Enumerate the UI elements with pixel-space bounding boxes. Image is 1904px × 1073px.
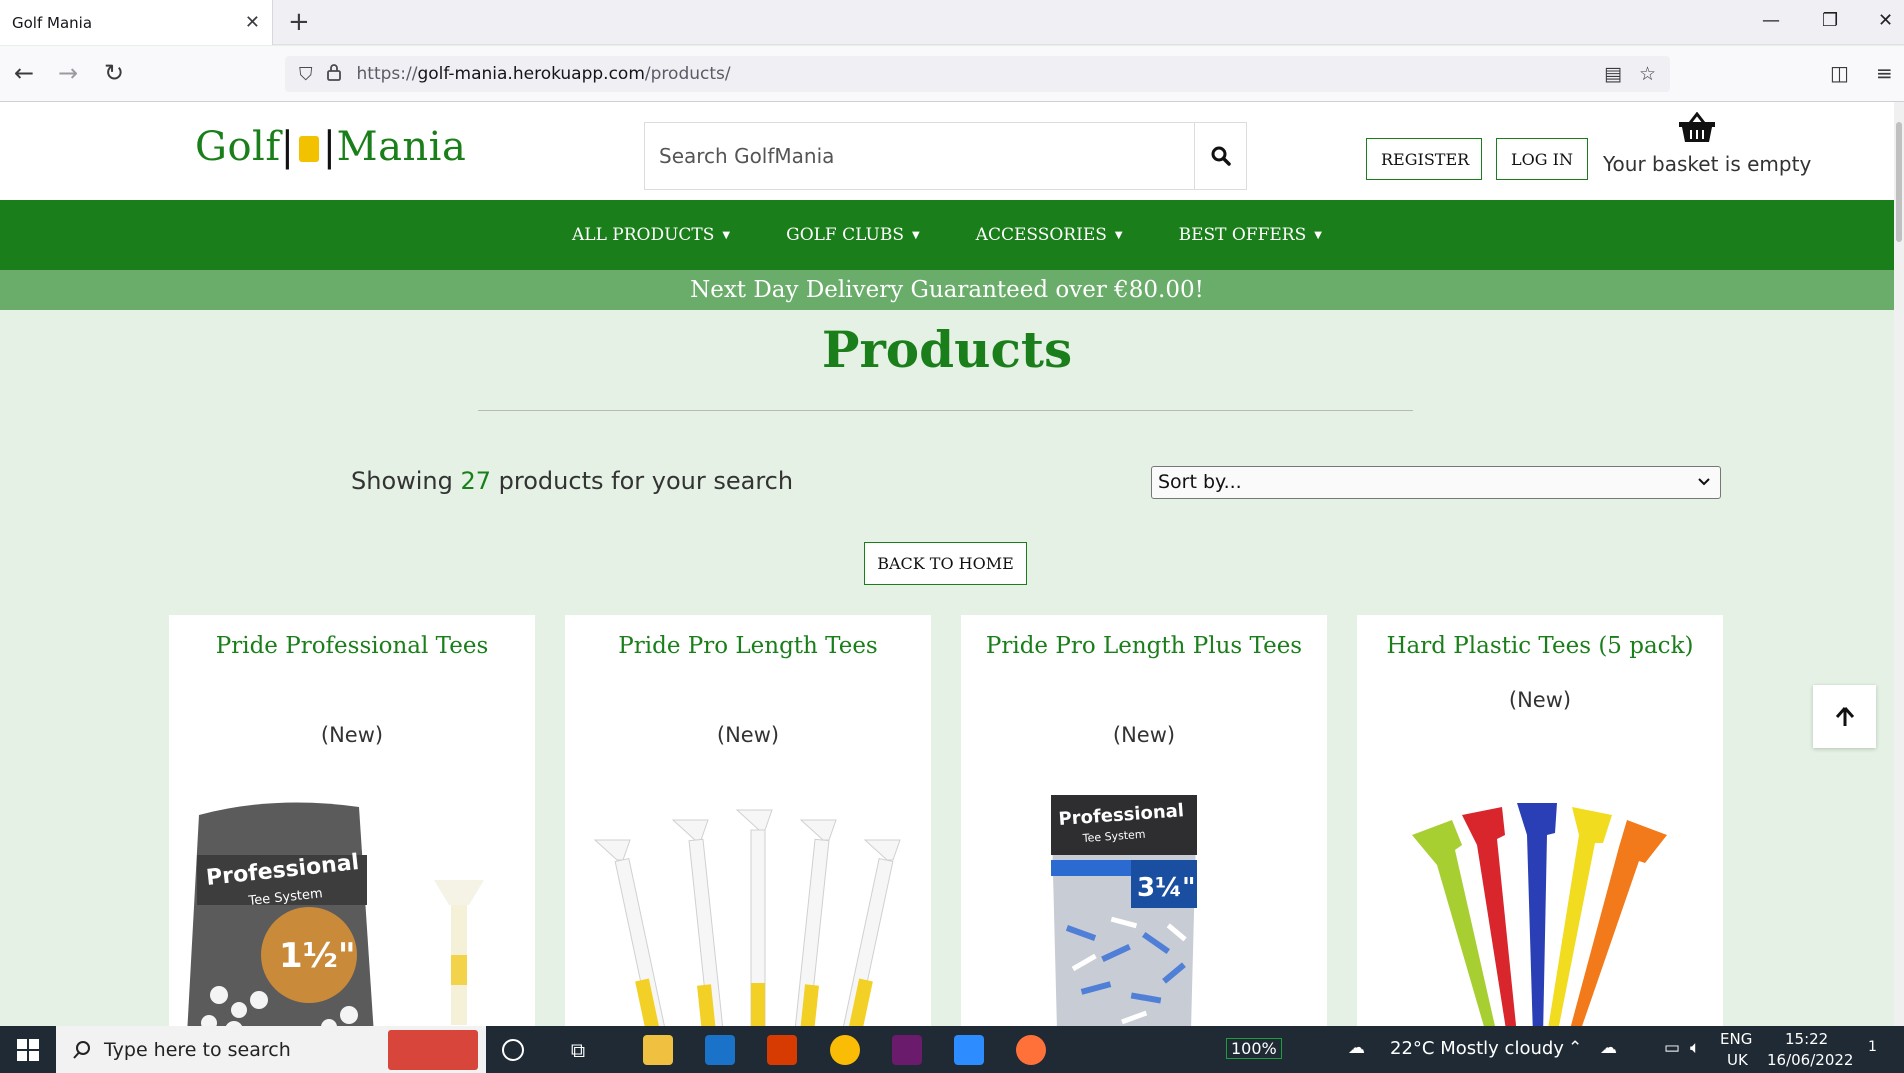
chevron-up-icon[interactable]: ⌃ (1568, 1038, 1582, 1058)
caret-down-icon: ▼ (1314, 230, 1322, 241)
lock-icon[interactable] (326, 63, 341, 86)
close-tab-icon[interactable]: ✕ (245, 12, 260, 33)
logo-text-right: Mania (336, 124, 467, 170)
main-navigation: ALL PRODUCTS ▼ GOLF CLUBS ▼ ACCESSORIES ▼ B… (0, 200, 1894, 270)
site-logo[interactable]: Golf| |Mania (195, 124, 466, 170)
browser-tab[interactable]: Golf Mania ✕ (0, 0, 273, 45)
url-text[interactable]: https://golf-mania.herokuapp.com/product… (357, 64, 731, 84)
product-badge: (New) (716, 723, 780, 747)
logo-text-left: Golf (195, 124, 281, 170)
product-name[interactable]: Pride Pro Length Tees (565, 633, 931, 659)
browser-toolbar: ← → ↻ ⛉ https://golf-mania.herokuapp.com… (0, 46, 1904, 102)
coins-icon (298, 136, 319, 162)
back-icon[interactable]: ← (14, 58, 34, 88)
restore-icon[interactable]: ❐ (1822, 10, 1838, 31)
forward-icon[interactable]: → (58, 58, 78, 88)
product-card[interactable]: Pride Professional Tees (New) Profession… (169, 615, 535, 1035)
page-scrollbar[interactable] (1894, 102, 1904, 1026)
tab-title: Golf Mania (12, 13, 93, 32)
product-name[interactable]: Pride Pro Length Plus Tees (961, 633, 1327, 659)
svg-text:1½": 1½" (279, 936, 356, 976)
cloud-icon: ☁ (1348, 1038, 1365, 1058)
office-icon[interactable] (767, 1035, 797, 1065)
product-card[interactable]: Pride Pro Length Plus Tees (New) Profess… (961, 615, 1327, 1035)
bookmark-star-icon[interactable]: ☆ (1639, 63, 1656, 85)
shield-icon[interactable]: ⛉ (299, 64, 313, 85)
product-image[interactable] (1367, 795, 1713, 1035)
caret-down-icon: ▼ (722, 230, 731, 241)
nav-all-products[interactable]: ALL PRODUCTS ▼ (572, 225, 730, 245)
battery-icon[interactable]: ▭ (1664, 1038, 1680, 1058)
product-name[interactable]: Pride Professional Tees (169, 633, 535, 659)
cortana-icon[interactable] (502, 1039, 524, 1061)
pocket-icon[interactable]: ◫ (1830, 58, 1849, 88)
close-window-icon[interactable]: ✕ (1878, 10, 1893, 31)
product-image[interactable]: Professional Tee System 3¼" (971, 790, 1317, 1030)
weather-widget[interactable]: 22°C Mostly cloudy (1390, 1038, 1564, 1059)
nav-best-offers[interactable]: BEST OFFERS ▼ (1179, 225, 1322, 245)
chevron-down-icon (1698, 467, 1710, 509)
taskbar-search[interactable]: Type here to search (56, 1026, 486, 1073)
product-card[interactable]: Pride Pro Length Tees (New) (565, 615, 931, 1035)
register-button[interactable]: REGISTER (1366, 138, 1482, 180)
language-top[interactable]: ENG (1720, 1030, 1752, 1048)
firefox-icon[interactable] (1016, 1035, 1046, 1065)
product-badge: (New) (320, 723, 384, 747)
nav-accessories[interactable]: ACCESSORIES ▼ (976, 225, 1123, 245)
arrow-up-icon (1835, 706, 1854, 726)
search-form (644, 122, 1247, 190)
product-name[interactable]: Hard Plastic Tees (5 pack) (1357, 633, 1723, 659)
product-badge: (New) (1112, 723, 1176, 747)
reader-view-icon[interactable]: ▤ (1604, 63, 1622, 85)
product-image[interactable]: Professional Tee System 1½" (179, 795, 525, 1035)
login-button[interactable]: LOG IN (1496, 138, 1588, 180)
delivery-banner: Next Day Delivery Guaranteed over €80.00… (0, 270, 1894, 310)
page-title: Products (821, 320, 1073, 379)
clock-date[interactable]: 16/06/2022 (1767, 1051, 1853, 1069)
site-header: Golf||Mania REGISTER LOG IN Your basket … (0, 102, 1894, 200)
clock-time[interactable]: 15:22 (1785, 1030, 1828, 1048)
address-bar[interactable]: ⛉ https://golf-mania.herokuapp.com/produ… (285, 56, 1670, 92)
search-icon (1211, 146, 1231, 166)
zoom-icon[interactable] (954, 1035, 984, 1065)
file-explorer-icon[interactable] (643, 1035, 673, 1065)
basket-icon[interactable] (1678, 111, 1716, 148)
search-button[interactable] (1194, 123, 1246, 189)
minimize-icon[interactable]: — (1762, 10, 1780, 31)
notification-badge[interactable]: 1 (1868, 1039, 1877, 1055)
search-highlight-image (388, 1029, 478, 1070)
reload-icon[interactable]: ↻ (104, 58, 124, 88)
chrome-icon[interactable] (830, 1035, 860, 1065)
product-image[interactable] (575, 805, 921, 1035)
caret-down-icon: ▼ (911, 230, 920, 241)
windows-icon (17, 1038, 39, 1061)
divider (478, 410, 1413, 411)
slack-icon[interactable] (892, 1035, 922, 1065)
battery-indicator[interactable]: 100% (1226, 1038, 1282, 1059)
results-count: Showing 27 products for your search (351, 467, 794, 495)
product-badge: (New) (1508, 688, 1572, 712)
menu-icon[interactable]: ≡ (1876, 58, 1893, 88)
nav-golf-clubs[interactable]: GOLF CLUBS ▼ (786, 225, 920, 245)
language-bottom[interactable]: UK (1727, 1051, 1748, 1069)
back-to-top-button[interactable] (1813, 685, 1876, 748)
windows-taskbar: Type here to search ⧉ 100% ☁ 22°C Mostly… (0, 1026, 1904, 1073)
product-card[interactable]: Hard Plastic Tees (5 pack) (New) (1357, 615, 1723, 1035)
basket-status[interactable]: Your basket is empty (1603, 152, 1811, 176)
caret-down-icon: ▼ (1114, 230, 1123, 241)
volume-icon[interactable]: 🔈︎ (1690, 1038, 1700, 1058)
onedrive-icon[interactable]: ☁ (1600, 1038, 1617, 1058)
search-input[interactable] (645, 123, 1194, 189)
mail-icon[interactable] (705, 1035, 735, 1065)
task-view-icon[interactable]: ⧉ (563, 1035, 593, 1065)
browser-tab-strip: Golf Mania ✕ + — ❐ ✕ (0, 0, 1904, 45)
start-button[interactable] (0, 1026, 56, 1073)
svg-text:3¼": 3¼" (1137, 873, 1196, 903)
sort-select[interactable]: Sort by... (1151, 466, 1721, 499)
search-icon (73, 1040, 90, 1059)
back-to-home-button[interactable]: BACK TO HOME (864, 542, 1027, 585)
new-tab-icon[interactable]: + (288, 8, 310, 36)
